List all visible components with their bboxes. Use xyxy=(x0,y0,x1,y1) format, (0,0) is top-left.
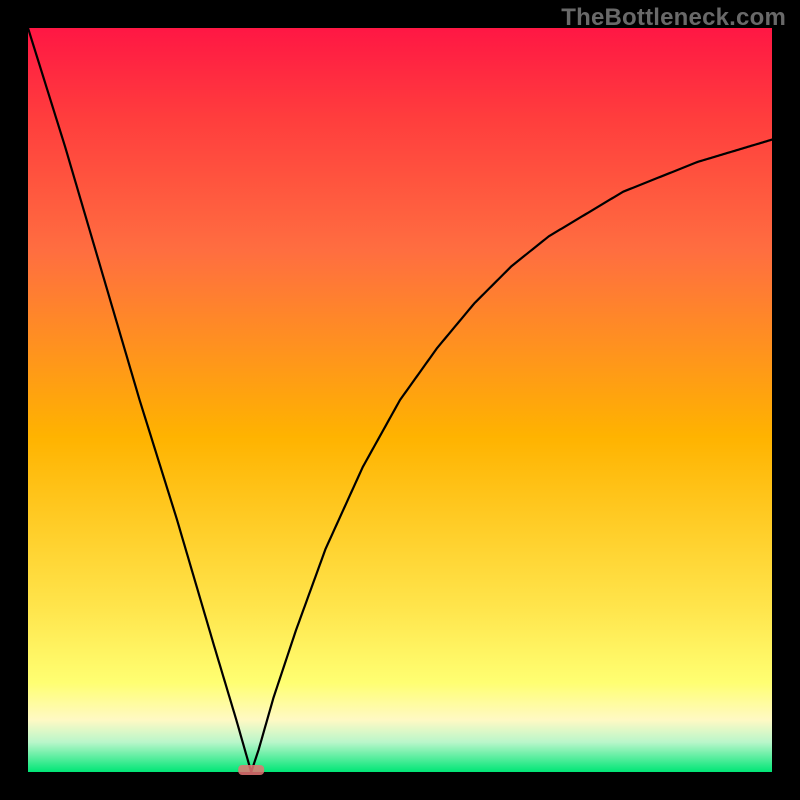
bottleneck-chart xyxy=(0,0,800,800)
watermark-text: TheBottleneck.com xyxy=(561,4,786,32)
optimum-marker xyxy=(238,765,264,775)
chart-frame: { "watermark": "TheBottleneck.com", "col… xyxy=(0,0,800,800)
